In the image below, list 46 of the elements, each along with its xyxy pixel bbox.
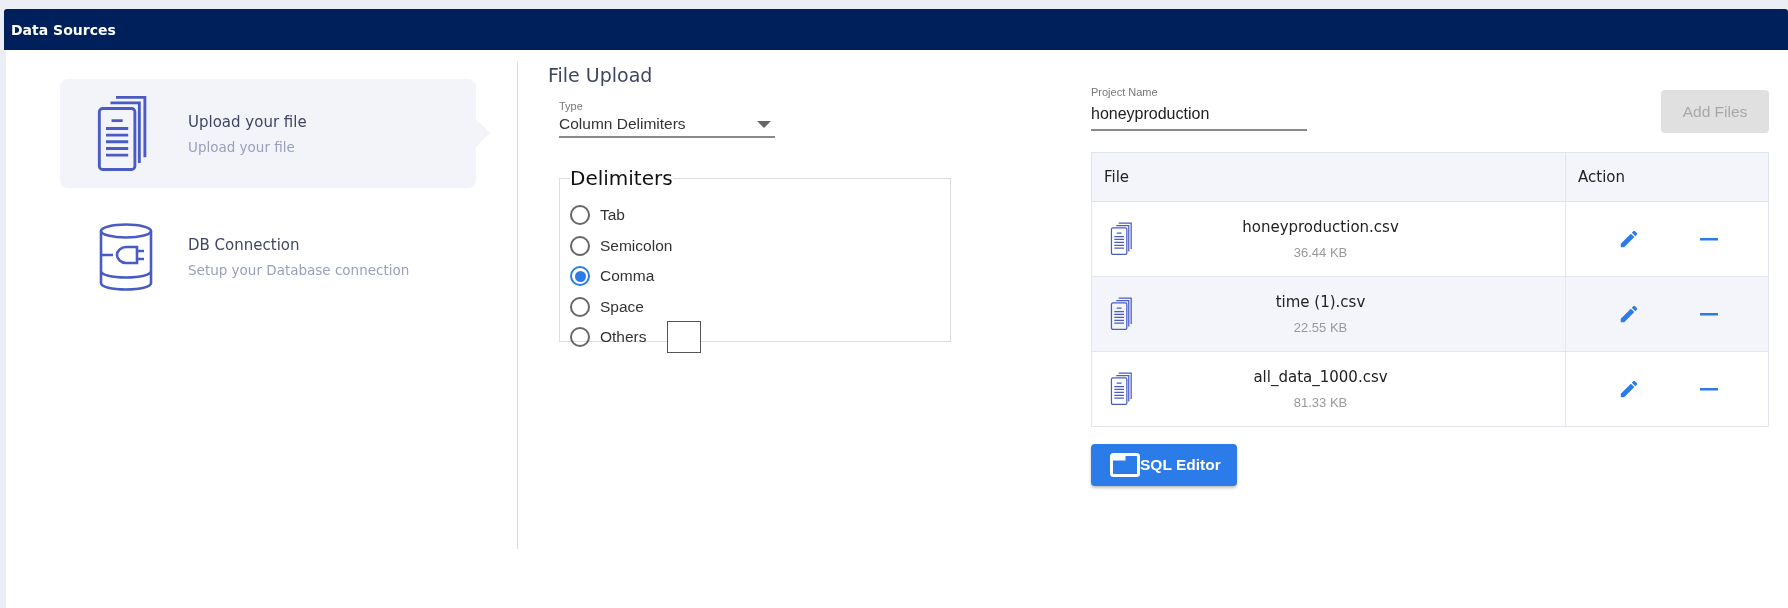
radio-label: Tab [600,206,625,225]
file-name: time (1).csv [1274,293,1367,311]
sidebar-item[interactable]: DB Connection Setup your Database connection [60,202,476,311]
field-label: Project Name [1091,86,1159,98]
field-label: Type [559,100,584,112]
pencil-icon [1618,378,1640,400]
edit-button[interactable] [1618,378,1640,400]
minus-icon [1700,387,1718,391]
radio-label: Semicolon [600,236,673,255]
caret-icon [757,120,771,128]
radio-label: Others [600,328,647,347]
sidebar-item-title: Upload your file [188,112,307,131]
sql-editor-button[interactable]: SQL Editor [1091,444,1237,486]
radio-button[interactable] [570,266,590,287]
edit-button[interactable] [1618,228,1640,250]
group-legend: Delimiters [570,166,673,190]
remove-button[interactable] [1700,387,1718,391]
sidebar-item-subtitle: Upload your file [188,138,296,155]
column-header: File [1091,152,1566,202]
file-size: 36.44 KB [1292,245,1349,260]
radio-label: Comma [600,267,655,286]
type-dropdown[interactable]: Column Delimiters [559,112,775,138]
window-title: Data Sources [11,21,116,38]
radio-button[interactable] [570,205,590,226]
sidebar-item-subtitle: Setup your Database connection [188,261,410,278]
section-title: File Upload [548,64,654,88]
edit-button[interactable] [1618,303,1640,325]
radio-button[interactable] [570,296,590,317]
window-icon [1110,453,1140,477]
column-header: Action [1565,152,1769,202]
file-size: 22.55 KB [1292,320,1349,335]
sidebar-item-title: DB Connection [188,235,301,254]
pencil-icon [1618,303,1640,325]
remove-button[interactable] [1700,237,1718,241]
file-name: honeyproduction.csv [1241,218,1400,236]
minus-icon [1700,312,1718,316]
radio-button[interactable] [570,235,590,256]
minus-icon [1700,237,1718,241]
radio-button[interactable] [570,327,590,348]
custom-delimiter-field[interactable] [666,321,701,354]
file-size: 81.33 KB [1292,395,1349,410]
file-name: all_data_1000.csv [1252,368,1389,386]
database-plug-icon [98,222,154,291]
radio-label: Space [600,297,644,316]
remove-button[interactable] [1700,312,1718,316]
pencil-icon [1618,228,1640,250]
